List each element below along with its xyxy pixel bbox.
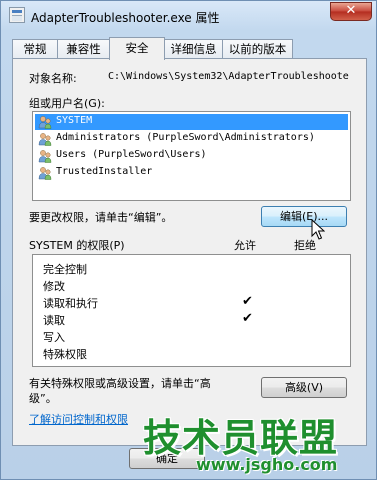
permission-name: 读取 [43,314,65,327]
allow-header: 允许 [234,239,256,252]
object-name-value: C:\Windows\System32\AdapterTroubleshoote [108,71,349,82]
permissions-header: SYSTEM 的权限(P) [29,239,125,252]
access-control-help-link[interactable]: 了解访问控制和权限 [29,411,128,427]
list-item[interactable]: TrustedInstaller [35,165,348,181]
list-item-label: TrustedInstaller [56,166,153,177]
tab-compatibility[interactable]: 兼容性 [57,39,110,59]
permission-name: 读取和执行 [43,297,98,310]
permission-row: 完全控制 [33,261,350,277]
groups-label: 组或用户名(G): [29,97,105,110]
user-group-icon [38,150,52,163]
list-item-label: Administrators (PurpleSword\Administrato… [56,132,315,143]
tab-strip: 常规 兼容性 安全 详细信息 以前的版本 [12,37,372,60]
object-name-label: 对象名称: [29,72,77,85]
security-panel: 对象名称: C:\Windows\System32\AdapterTrouble… [12,58,367,446]
edit-button[interactable]: 编辑(E)... [261,206,347,227]
permission-row: 读取和执行 ✔ [33,294,350,311]
permissions-list: 完全控制 修改 读取和执行 ✔ 读取 ✔ 写入 特殊权限 [32,254,351,367]
file-properties-icon [9,7,25,23]
permission-row: 写入 [33,329,350,345]
list-item[interactable]: Administrators (PurpleSword\Administrato… [35,131,348,147]
allow-check-icon: ✔ [242,311,253,326]
list-item-label: SYSTEM [56,115,93,126]
permission-name: 写入 [43,331,65,344]
user-group-icon [38,133,52,146]
advanced-button[interactable]: 高级(V) [261,377,347,398]
list-item[interactable]: Users (PurpleSword\Users) [35,148,348,164]
user-group-icon [38,116,52,129]
properties-window: AdapterTroubleshooter.exe 属性 ✕ 常规 兼容性 安全… [0,0,377,480]
permission-name: 完全控制 [43,263,87,276]
groups-listbox[interactable]: SYSTEM Administrators (PurpleSword\Admin… [32,111,351,201]
permission-row: 特殊权限 [33,346,350,362]
permission-row: 读取 ✔ [33,311,350,328]
window-title: AdapterTroubleshooter.exe 属性 [31,11,220,25]
watermark-logo-text: 技术员联盟 [143,416,339,460]
advanced-text-line1: 有关特殊权限或高级设置，请单击“高 [29,377,211,390]
title-bar[interactable]: AdapterTroubleshooter.exe 属性 ✕ [1,1,376,31]
watermark-url: www.jsgho.com [196,455,338,474]
close-button[interactable]: ✕ [330,2,372,21]
permission-name: 修改 [43,280,65,293]
advanced-text-line2: 级”。 [29,392,57,405]
tab-security[interactable]: 安全 [109,37,165,60]
tab-previous-versions[interactable]: 以前的版本 [222,39,293,59]
tab-details[interactable]: 详细信息 [164,39,223,59]
tab-general[interactable]: 常规 [12,39,58,59]
mouse-cursor-icon [311,219,325,240]
permission-row: 修改 [33,278,350,294]
user-group-icon [38,167,52,180]
allow-check-icon: ✔ [242,294,253,309]
list-item[interactable]: SYSTEM [35,114,348,130]
list-item-label: Users (PurpleSword\Users) [56,149,207,160]
permission-name: 特殊权限 [43,348,87,361]
change-permissions-text: 要更改权限，请单击“编辑”。 [29,211,173,224]
